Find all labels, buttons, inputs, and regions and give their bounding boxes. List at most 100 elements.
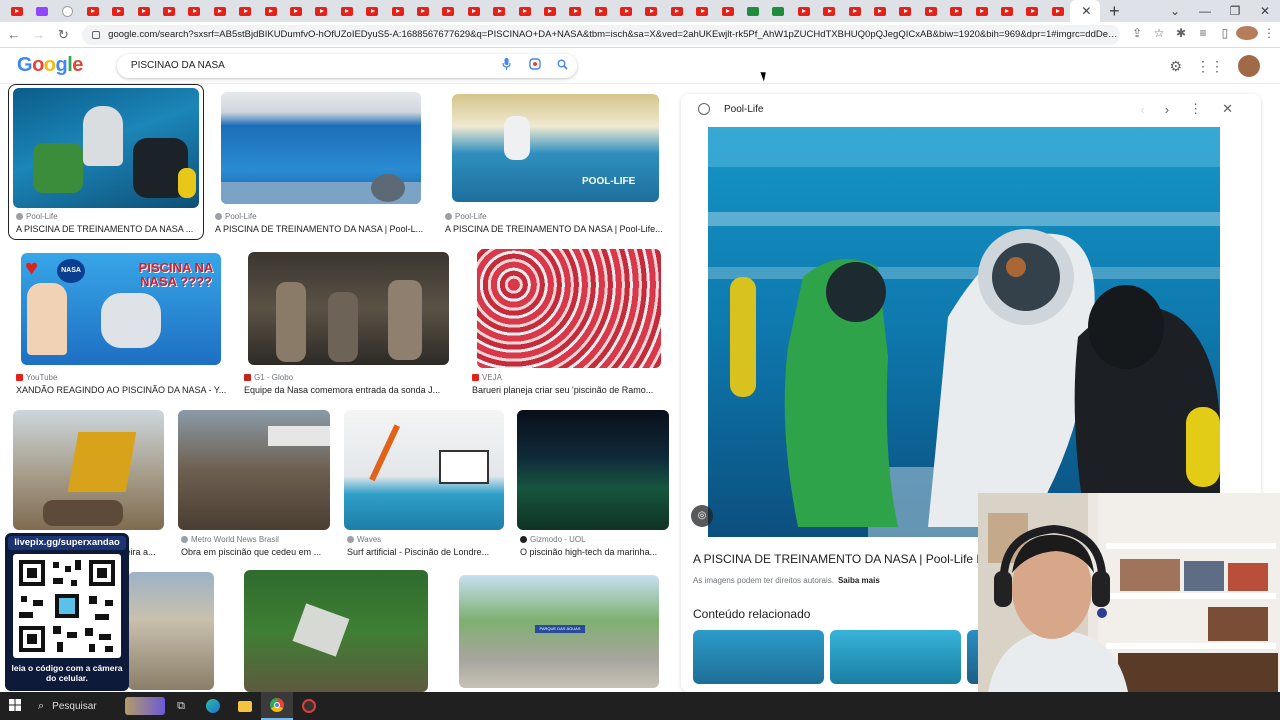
panel-source[interactable]: Pool-Life (724, 104, 763, 115)
chrome-browser-icon[interactable] (261, 692, 293, 720)
browser-tab[interactable] (55, 0, 80, 22)
browser-tab[interactable] (410, 0, 435, 22)
apps-grid-icon[interactable]: ⋮⋮ (1196, 58, 1224, 75)
more-options-icon[interactable]: ⋮ (1189, 101, 1202, 117)
restore-button[interactable]: ❐ (1220, 4, 1250, 18)
browser-tab[interactable] (867, 0, 892, 22)
close-panel-icon[interactable]: ✕ (1222, 101, 1233, 117)
windows-start-icon[interactable] (0, 698, 30, 714)
result-title-10[interactable]: O piscinão high-tech da marinha... (520, 547, 670, 557)
side-panel-icon[interactable]: ▯ (1214, 26, 1236, 43)
browser-tab[interactable] (131, 0, 156, 22)
back-icon[interactable]: ← (3, 27, 25, 42)
search-icon[interactable] (549, 59, 577, 73)
browser-tab[interactable] (29, 0, 54, 22)
next-image-icon[interactable]: › (1165, 102, 1169, 117)
browser-tab[interactable] (1045, 0, 1070, 22)
browser-tab[interactable] (334, 0, 359, 22)
file-explorer-icon[interactable] (229, 692, 261, 720)
result-title-3[interactable]: A PISCINA DE TREINAMENTO DA NASA | Pool-… (445, 224, 670, 234)
result-thumb-8[interactable] (178, 410, 330, 530)
recording-app-icon[interactable] (293, 692, 325, 720)
browser-tab[interactable] (766, 0, 791, 22)
browser-tab[interactable] (791, 0, 816, 22)
browser-tab[interactable] (563, 0, 588, 22)
preview-image[interactable] (708, 127, 1220, 537)
browser-tab[interactable] (207, 0, 232, 22)
share-icon[interactable]: ⇪ (1126, 26, 1148, 43)
previous-image-icon[interactable]: ‹ (1140, 102, 1144, 117)
browser-tab[interactable] (80, 0, 105, 22)
browser-tab[interactable] (994, 0, 1019, 22)
extensions-icon[interactable]: ✱ (1170, 26, 1192, 43)
panel-title[interactable]: A PISCINA DE TREINAMENTO DA NASA | Pool-… (693, 552, 990, 566)
microphone-icon[interactable] (493, 58, 521, 73)
browser-tab[interactable] (588, 0, 613, 22)
browser-tab[interactable] (385, 0, 410, 22)
result-thumb-6[interactable] (477, 249, 661, 368)
result-thumb-9[interactable] (344, 410, 504, 530)
browser-tab[interactable] (436, 0, 461, 22)
browser-tab[interactable] (740, 0, 765, 22)
tab-search-icon[interactable]: ⌄ (1160, 4, 1190, 18)
address-bar[interactable]: google.com/search?sxsrf=AB5stBjdBIKUDumf… (82, 24, 1120, 45)
result-thumb-13[interactable]: PARQUE DAS ÁGUAS (459, 575, 659, 688)
browser-tab[interactable] (359, 0, 384, 22)
taskbar-search[interactable]: ⌕ Pesquisar (30, 692, 165, 720)
bookmark-star-icon[interactable]: ☆ (1148, 26, 1170, 43)
result-thumb-10[interactable] (517, 410, 669, 530)
result-thumb-4[interactable]: ♥ NASA PISCINA NA NASA ???? (21, 253, 221, 365)
browser-tab[interactable] (106, 0, 131, 22)
google-lens-icon[interactable] (521, 58, 549, 73)
url-text[interactable]: google.com/search?sxsrf=AB5stBjdBIKUDumf… (108, 29, 1120, 40)
browser-tab[interactable] (842, 0, 867, 22)
browser-tab[interactable] (664, 0, 689, 22)
close-tab-icon[interactable]: ✕ (1081, 4, 1091, 18)
reading-list-icon[interactable]: ≡ (1192, 26, 1214, 43)
edge-browser-icon[interactable] (197, 692, 229, 720)
browser-tab[interactable] (182, 0, 207, 22)
browser-tab[interactable] (613, 0, 638, 22)
browser-tab[interactable] (943, 0, 968, 22)
google-logo[interactable]: Google (17, 54, 83, 77)
browser-tab[interactable] (512, 0, 537, 22)
browser-tab[interactable] (537, 0, 562, 22)
result-title-9[interactable]: Surf artificial - Piscinão de Londre... (347, 547, 507, 557)
result-thumb-2[interactable] (221, 92, 421, 204)
search-input[interactable] (130, 60, 493, 71)
result-title-2[interactable]: A PISCINA DE TREINAMENTO DA NASA | Pool-… (215, 224, 425, 234)
new-tab-button[interactable]: + (1100, 1, 1128, 22)
result-title-5[interactable]: Equipe da Nasa comemora entrada da sonda… (244, 385, 454, 395)
browser-tab[interactable] (1020, 0, 1045, 22)
profile-avatar[interactable] (1235, 26, 1258, 43)
browser-tab[interactable] (918, 0, 943, 22)
close-window-button[interactable]: ✕ (1250, 4, 1280, 18)
settings-gear-icon[interactable]: ⚙ (1169, 58, 1182, 75)
browser-tab[interactable] (715, 0, 740, 22)
browser-tab[interactable] (309, 0, 334, 22)
result-thumb-7[interactable] (13, 410, 164, 530)
visual-search-icon[interactable]: ◎ (691, 505, 713, 527)
result-thumb-11[interactable] (128, 572, 214, 690)
forward-icon[interactable]: → (28, 27, 50, 42)
browser-tab[interactable] (817, 0, 842, 22)
related-thumb-1[interactable] (693, 630, 824, 684)
browser-tab[interactable] (258, 0, 283, 22)
browser-tab[interactable] (639, 0, 664, 22)
browser-tab[interactable] (893, 0, 918, 22)
browser-tab[interactable] (4, 0, 29, 22)
result-thumb-3[interactable]: POOL-LIFE (452, 94, 659, 202)
result-title-1[interactable]: A PISCINA DE TREINAMENTO DA NASA ... (16, 224, 196, 234)
browser-tab[interactable] (283, 0, 308, 22)
learn-more-link[interactable]: Saiba mais (838, 576, 880, 585)
result-title-6[interactable]: Barueri planeja criar seu 'piscinão de R… (472, 385, 667, 395)
result-thumb-1[interactable] (13, 88, 199, 208)
related-thumb-2[interactable] (830, 630, 961, 684)
browser-tab[interactable] (690, 0, 715, 22)
browser-menu-icon[interactable]: ⋮ (1258, 26, 1280, 43)
result-title-4[interactable]: XANDÃO REAGINDO AO PISCINÃO DA NASA - Y.… (16, 385, 228, 395)
task-view-icon[interactable]: ⧉ (165, 692, 197, 720)
browser-tab[interactable] (486, 0, 511, 22)
browser-tab[interactable] (969, 0, 994, 22)
browser-tab[interactable] (233, 0, 258, 22)
